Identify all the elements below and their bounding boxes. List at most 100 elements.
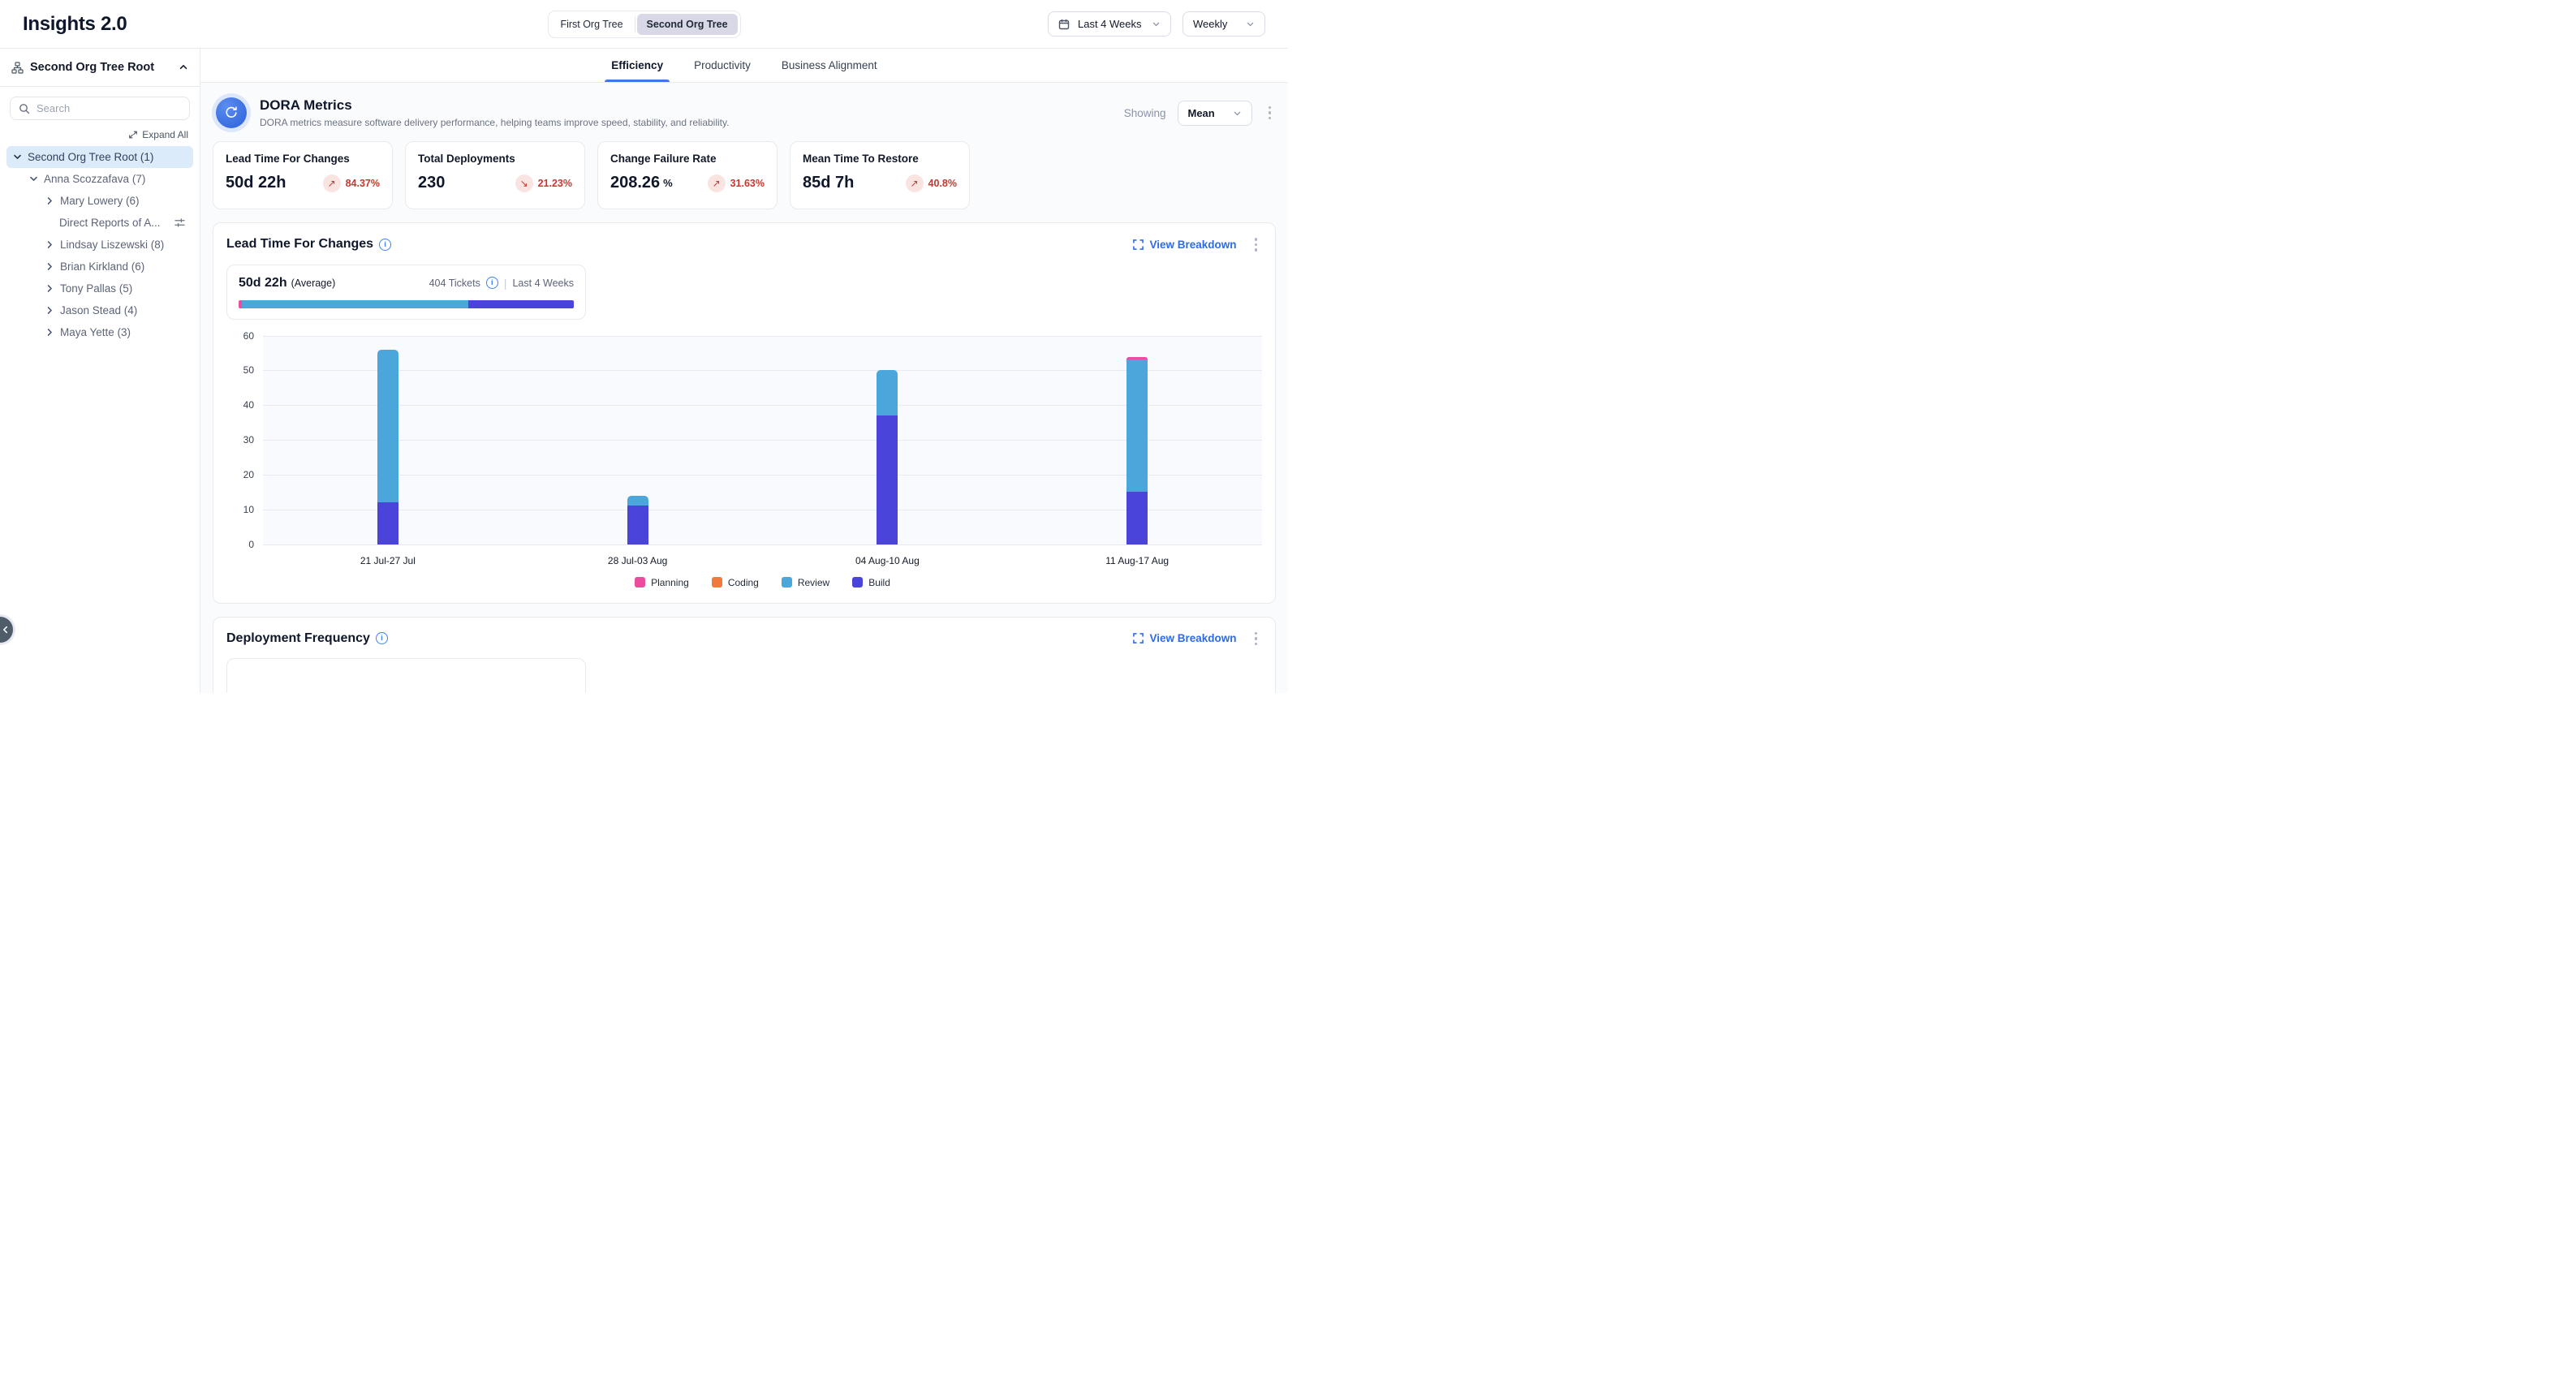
expand-all-button[interactable]: Expand All <box>0 122 200 146</box>
tree-item[interactable]: Lindsay Liszewski (8) <box>6 234 193 256</box>
y-axis-tick-label: 0 <box>226 539 254 550</box>
org-tree-toggle-option[interactable]: Second Org Tree <box>637 14 738 35</box>
deployment-frequency-card: Deployment Frequency i View Breakdown <box>213 617 1276 694</box>
tree-item[interactable]: Brian Kirkland (6) <box>6 256 193 278</box>
gridline <box>263 336 1262 337</box>
deployment-kebab-icon[interactable] <box>1250 629 1263 649</box>
stacked-bar-1[interactable] <box>627 496 648 544</box>
stacked-bar-2[interactable] <box>877 370 898 544</box>
tree-item[interactable]: Anna Scozzafava (7) <box>6 168 193 190</box>
legend-label: Coding <box>728 577 759 588</box>
chevron-right-icon[interactable] <box>45 306 54 315</box>
app-header: Insights 2.0 First Org TreeSecond Org Tr… <box>0 0 1288 49</box>
metric-value-row: 208.26 % ↗ 31.63% <box>610 174 765 192</box>
legend-label: Build <box>868 577 890 588</box>
search-icon <box>19 103 30 114</box>
metric-title: Lead Time For Changes <box>226 153 380 165</box>
chevron-down-icon <box>1152 19 1161 28</box>
lead-time-card: Lead Time For Changes i View Breakdown <box>213 222 1276 604</box>
deployment-header: Deployment Frequency i View Breakdown <box>226 629 1262 649</box>
y-axis-tick-label: 60 <box>226 330 254 342</box>
chevron-down-icon[interactable] <box>29 174 38 183</box>
dora-menu-kebab-icon[interactable] <box>1264 103 1277 123</box>
lead-time-title-text: Lead Time For Changes <box>226 237 373 252</box>
bar-segment-review[interactable] <box>627 496 648 506</box>
org-tree-toggle-option[interactable]: First Org Tree <box>550 14 632 35</box>
bar-segment-build[interactable] <box>877 415 898 544</box>
bar-segment-build[interactable] <box>1126 492 1148 544</box>
metric-title: Total Deployments <box>418 153 572 165</box>
tree-item[interactable]: Direct Reports of A... <box>6 212 193 234</box>
sidebar-collapse-chevron-up-icon[interactable] <box>179 62 188 72</box>
view-breakdown-button[interactable]: View Breakdown <box>1133 632 1236 644</box>
chevron-down-icon[interactable] <box>13 153 22 161</box>
sidebar: Second Org Tree Root Expand All Second O… <box>0 49 200 693</box>
chevron-right-icon[interactable] <box>45 240 54 249</box>
trend-up-arrow-icon: ↗ <box>323 174 341 192</box>
filter-sliders-icon[interactable] <box>174 217 185 228</box>
page-title: Insights 2.0 <box>23 13 127 36</box>
dora-title: DORA Metrics <box>260 97 729 114</box>
lead-time-kebab-icon[interactable] <box>1250 235 1263 255</box>
sidebar-header: Second Org Tree Root <box>0 49 200 87</box>
search-input[interactable] <box>37 102 181 114</box>
view-breakdown-button[interactable]: View Breakdown <box>1133 239 1236 251</box>
bar-segment-build[interactable] <box>377 502 398 544</box>
info-icon[interactable]: i <box>376 632 388 644</box>
gridline <box>263 405 1262 406</box>
sidebar-collapse-handle[interactable] <box>0 614 15 645</box>
header-controls: Last 4 Weeks Weekly <box>1048 11 1265 37</box>
delta-percent: 31.63% <box>730 178 765 189</box>
bar-segment-review[interactable] <box>377 350 398 503</box>
chevron-right-icon[interactable] <box>45 284 54 293</box>
view-breakdown-label: View Breakdown <box>1149 632 1236 644</box>
main-panel: Efficiency Productivity Business Alignment… <box>200 49 1288 693</box>
search-box <box>10 97 190 120</box>
tree-item[interactable]: Maya Yette (3) <box>6 321 193 343</box>
lead-time-header: Lead Time For Changes i View Breakdown <box>226 235 1262 255</box>
gridline <box>263 475 1262 476</box>
date-range-select[interactable]: Last 4 Weeks <box>1048 11 1171 37</box>
granularity-select[interactable]: Weekly <box>1182 11 1265 37</box>
stacked-bar-0[interactable] <box>377 350 398 544</box>
summary-meta: 404 Tickets i | Last 4 Weeks <box>429 277 574 290</box>
app-body: Second Org Tree Root Expand All Second O… <box>0 49 1288 693</box>
tree-item-label: Lindsay Liszewski (8) <box>60 239 164 251</box>
trend-up-arrow-icon: ↗ <box>708 174 726 192</box>
chevron-right-icon[interactable] <box>45 196 54 205</box>
stacked-bar-3[interactable] <box>1126 357 1148 544</box>
metric-delta: ↗ 84.37% <box>323 174 380 192</box>
tree-item[interactable]: Second Org Tree Root (1) <box>6 146 193 168</box>
metric-delta: ↘ 21.23% <box>515 174 572 192</box>
metric-value-row: 230 ↘ 21.23% <box>418 174 572 192</box>
x-axis-label: 21 Jul-27 Jul <box>360 555 416 566</box>
info-icon[interactable]: i <box>379 239 391 251</box>
y-axis-tick-label: 10 <box>226 504 254 515</box>
chevron-right-icon[interactable] <box>45 262 54 271</box>
main-tabs: Efficiency Productivity Business Alignment <box>200 49 1288 83</box>
bar-segment-review[interactable] <box>1126 359 1148 492</box>
legend-swatch <box>635 577 645 588</box>
metric-unit: % <box>663 177 673 189</box>
chevron-right-icon[interactable] <box>45 328 54 337</box>
bar-segment-build[interactable] <box>627 506 648 544</box>
dora-subtitle: DORA metrics measure software delivery p… <box>260 117 729 128</box>
tree-item[interactable]: Jason Stead (4) <box>6 299 193 321</box>
tab-business-alignment[interactable]: Business Alignment <box>780 49 879 82</box>
showing-mean-select[interactable]: Mean <box>1178 101 1252 126</box>
tree-item-label: Direct Reports of A... <box>59 217 161 229</box>
tree-item-label: Mary Lowery (6) <box>60 195 140 207</box>
org-tree-toggle: First Org TreeSecond Org Tree <box>547 11 740 38</box>
legend-swatch <box>712 577 722 588</box>
showing-mean-value: Mean <box>1188 107 1225 119</box>
tickets-info-icon[interactable]: i <box>486 277 498 289</box>
expand-corners-icon <box>1133 633 1144 644</box>
summary-top: 50d 22h (Average) 404 Tickets i | Last 4… <box>239 276 574 291</box>
deployment-title-text: Deployment Frequency <box>226 631 370 646</box>
org-chart-icon <box>11 62 24 74</box>
tab-productivity[interactable]: Productivity <box>692 49 752 82</box>
tree-item[interactable]: Mary Lowery (6) <box>6 190 193 212</box>
tree-item[interactable]: Tony Pallas (5) <box>6 278 193 299</box>
tab-efficiency[interactable]: Efficiency <box>610 49 665 82</box>
bar-segment-review[interactable] <box>877 370 898 415</box>
